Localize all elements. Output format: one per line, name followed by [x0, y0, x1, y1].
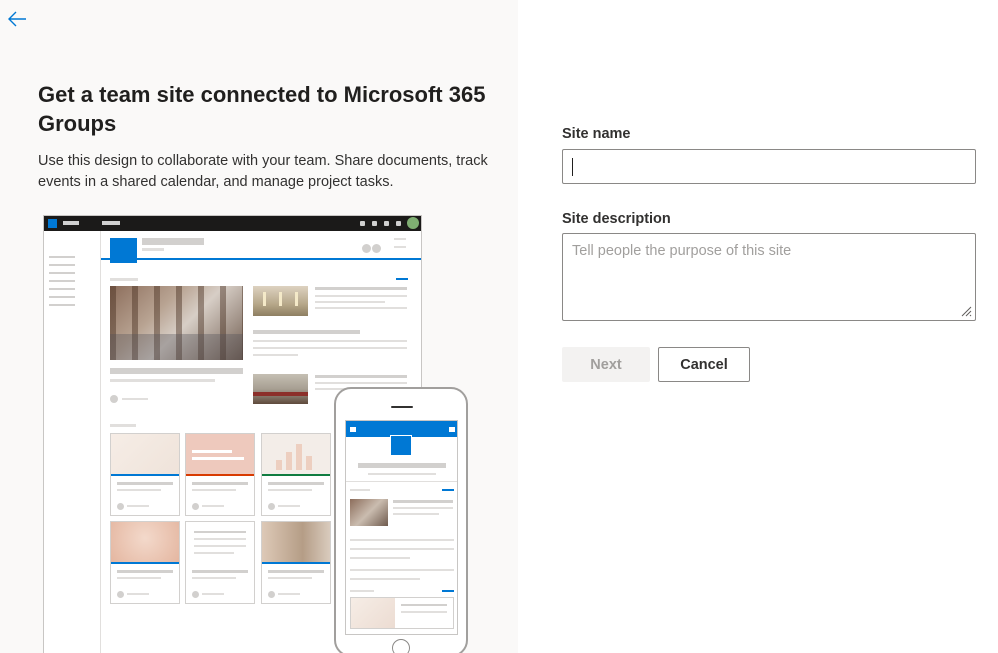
arrow-left-icon: [8, 11, 26, 27]
mobile-preview: [334, 387, 468, 653]
cancel-button[interactable]: Cancel: [658, 347, 750, 382]
team-site-preview-illustration: [43, 215, 473, 653]
text-cursor: [572, 158, 573, 176]
site-name-label: Site name: [562, 126, 631, 142]
next-button[interactable]: Next: [562, 347, 650, 382]
page-title: Get a team site connected to Microsoft 3…: [38, 82, 486, 136]
template-description: Use this design to collaborate with your…: [38, 153, 488, 190]
back-button[interactable]: [4, 6, 30, 32]
site-description-label: Site description: [562, 211, 671, 227]
site-name-input[interactable]: [562, 149, 976, 184]
resize-grip-icon[interactable]: [960, 305, 972, 317]
template-info-panel: Get a team site connected to Microsoft 3…: [0, 0, 518, 653]
site-description-input[interactable]: [562, 233, 976, 321]
